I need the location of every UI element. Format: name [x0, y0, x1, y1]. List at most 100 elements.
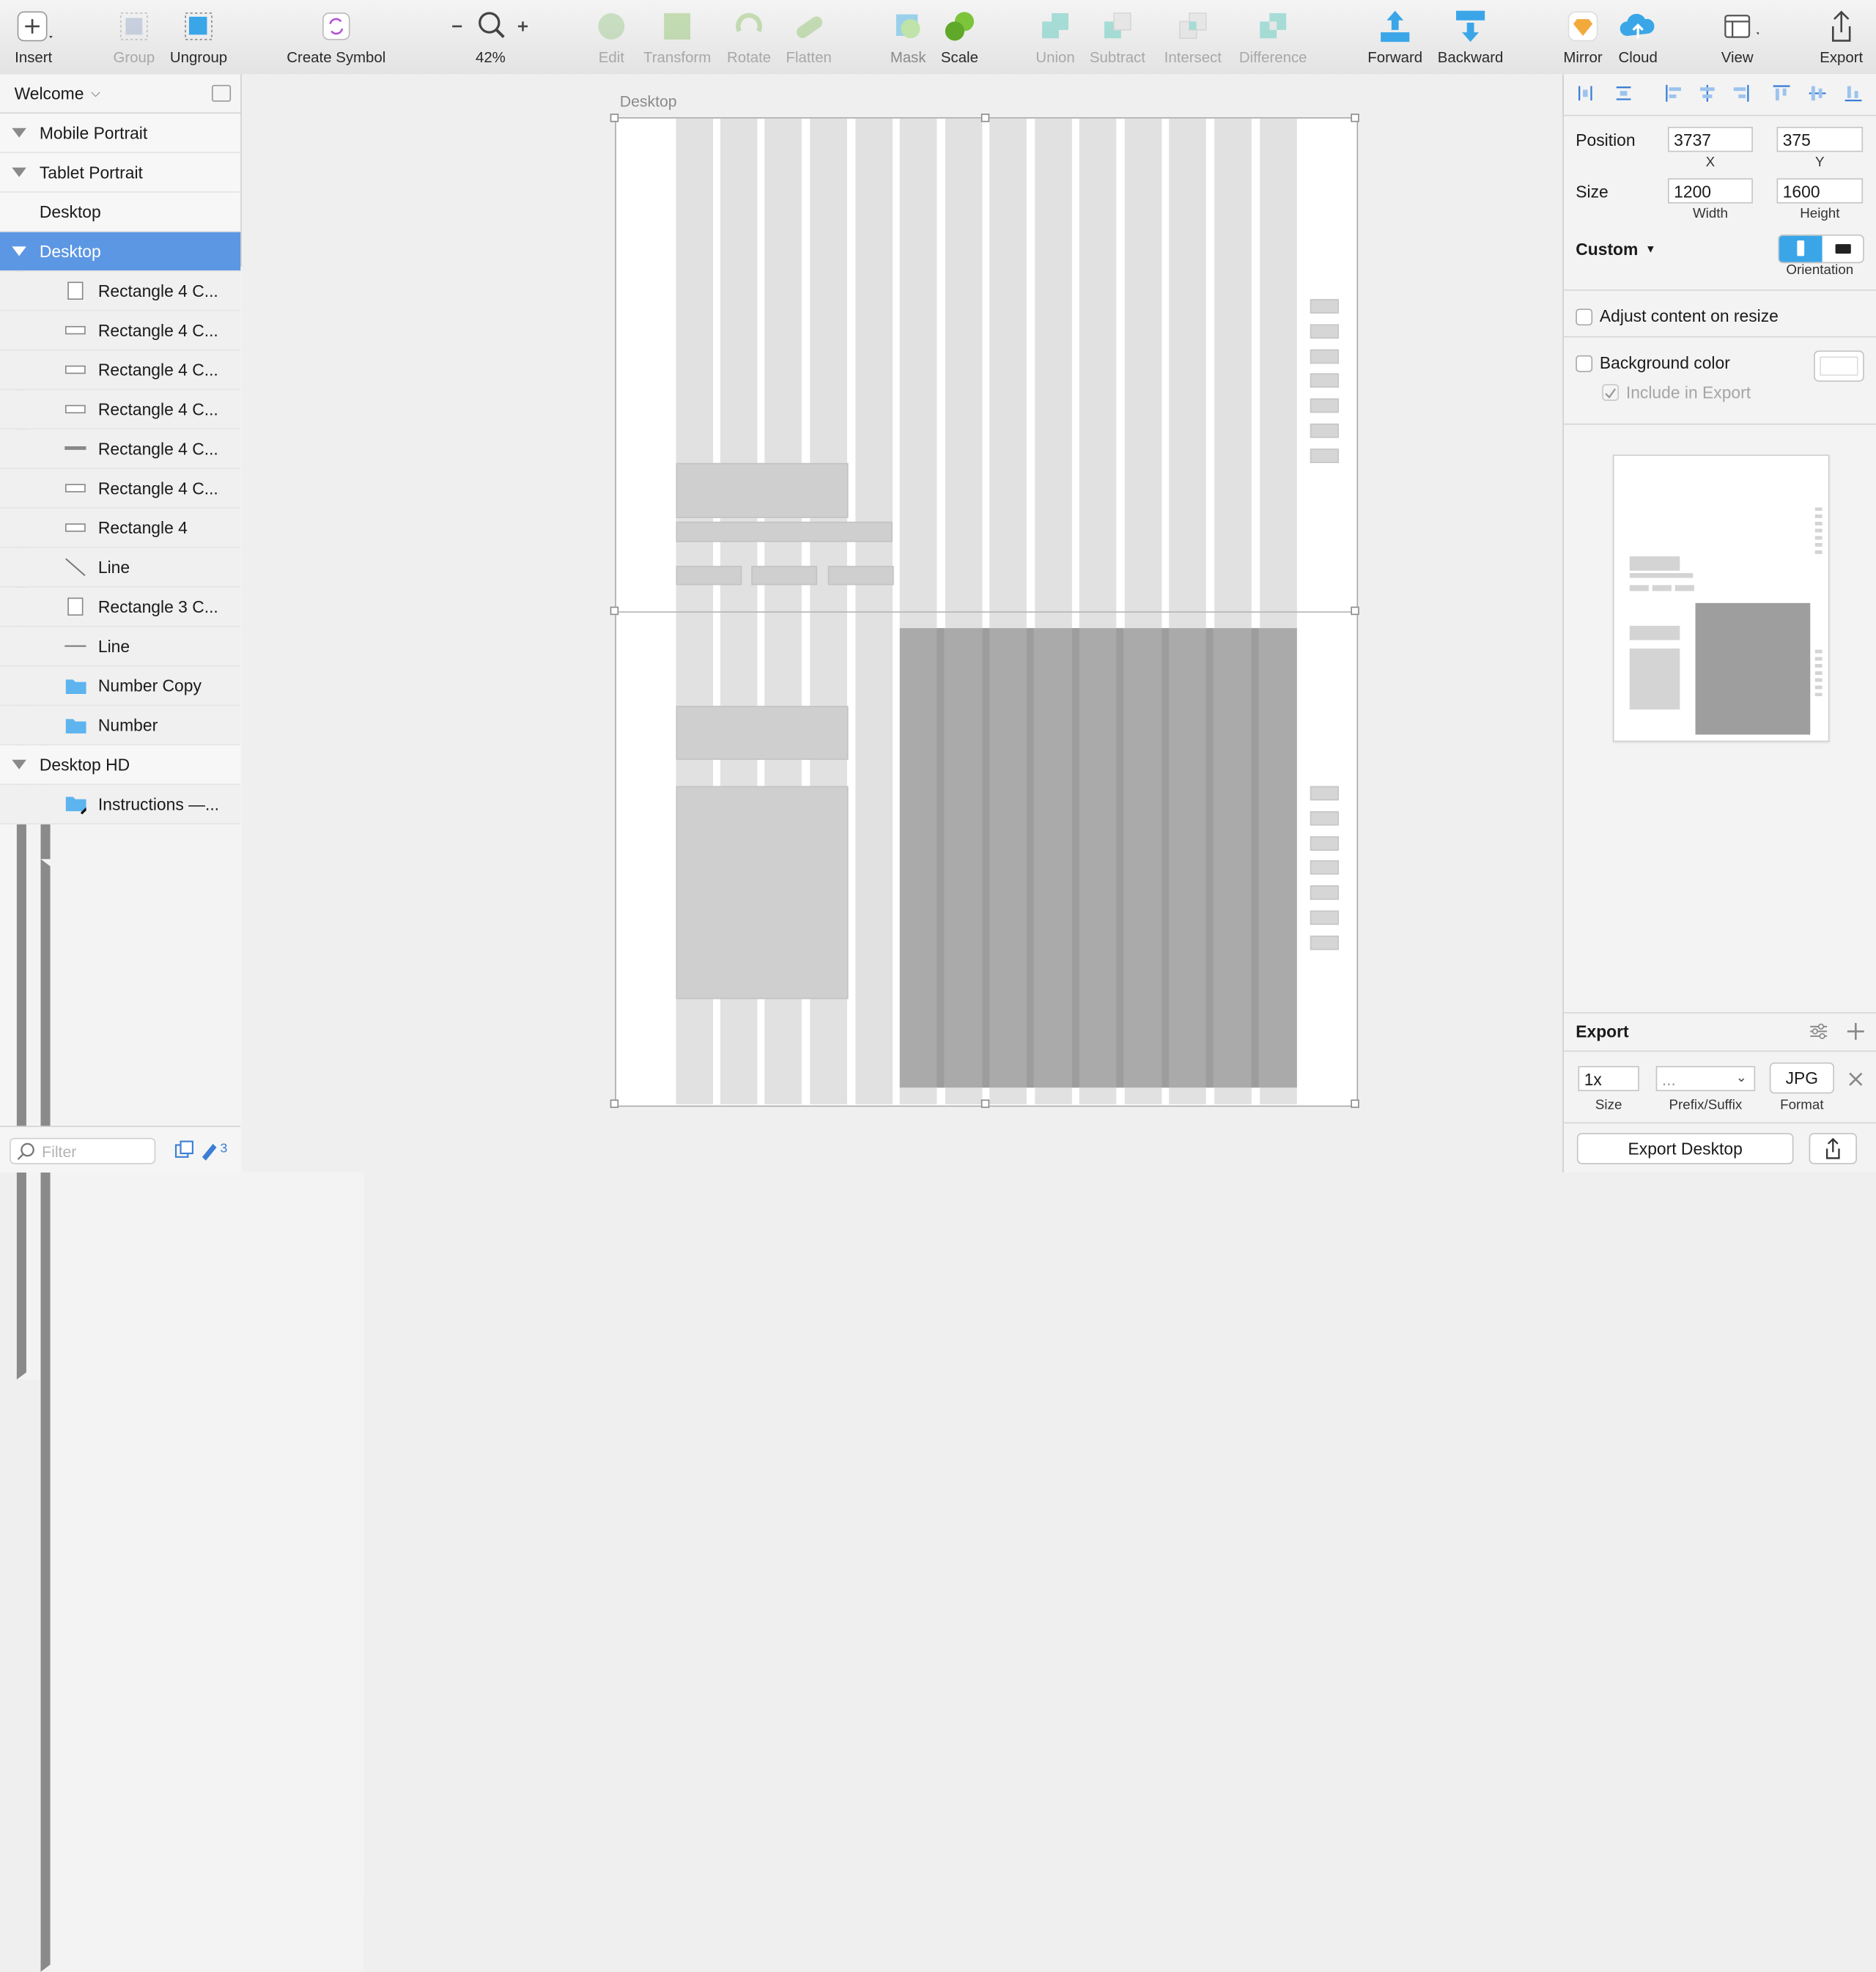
layer-artboard-mobile-portrait[interactable]: Mobile Portrait: [0, 114, 241, 153]
distribute-horizontal-icon[interactable]: [1576, 84, 1595, 103]
layer-item[interactable]: Rectangle 4 C...: [0, 271, 241, 311]
portrait-option[interactable]: [1779, 235, 1823, 262]
resize-handle[interactable]: [1351, 114, 1359, 122]
share-button[interactable]: [1809, 1133, 1857, 1164]
layer-artboard-tablet-portrait[interactable]: Tablet Portrait: [0, 152, 241, 193]
layer-group[interactable]: Number Copy: [0, 666, 364, 1854]
landscape-icon[interactable]: [1835, 244, 1851, 254]
content-block[interactable]: [676, 462, 849, 518]
hero-image-block[interactable]: [899, 628, 1297, 1088]
layer-item[interactable]: Line: [0, 627, 241, 667]
flatten-button[interactable]: Flatten: [783, 7, 835, 70]
export-size-field[interactable]: 1x: [1578, 1066, 1639, 1092]
group-button[interactable]: Group: [108, 7, 160, 70]
resize-handle[interactable]: [1351, 1099, 1359, 1108]
export-prefix-field[interactable]: ... ⌄: [1655, 1066, 1756, 1092]
canvas[interactable]: Desktop: [241, 74, 1563, 1173]
rotate-button[interactable]: Rotate: [723, 7, 775, 70]
export-settings-icon[interactable]: [1809, 1022, 1828, 1041]
page-selector[interactable]: Welcome ⌵: [0, 74, 241, 114]
artboard-title[interactable]: Desktop: [620, 92, 677, 110]
distribute-vertical-icon[interactable]: [1614, 84, 1633, 103]
content-chip[interactable]: [751, 566, 818, 586]
width-field[interactable]: 1200: [1667, 178, 1753, 204]
export-button[interactable]: Export: [1814, 7, 1869, 70]
resize-handle[interactable]: [610, 1099, 619, 1108]
resize-handle[interactable]: [981, 114, 990, 122]
disclosure-down-icon[interactable]: [12, 128, 26, 138]
layer-item[interactable]: Rectangle 3 C...: [0, 587, 241, 627]
include-in-export-checkbox[interactable]: [1602, 384, 1620, 401]
align-middle-vertical-icon[interactable]: [1808, 84, 1827, 103]
ungroup-button[interactable]: Ungroup: [168, 7, 230, 70]
cloud-button[interactable]: Cloud: [1613, 7, 1663, 70]
artboard-desktop[interactable]: [615, 117, 1359, 1107]
disclosure-down-icon[interactable]: [12, 167, 26, 177]
add-export-icon[interactable]: [1846, 1022, 1865, 1041]
content-bar[interactable]: [676, 521, 893, 542]
content-chip[interactable]: [827, 566, 894, 586]
layer-item[interactable]: Rectangle 4 C...: [0, 469, 241, 509]
preset-dropdown[interactable]: Custom ▼: [1576, 240, 1655, 259]
filter-input[interactable]: Filter: [10, 1137, 156, 1164]
layer-item[interactable]: Rectangle 4 C...: [0, 390, 241, 430]
subtract-button[interactable]: Subtract: [1084, 7, 1151, 70]
disclosure-down-icon[interactable]: [12, 759, 26, 769]
page-name: Welcome: [14, 84, 84, 103]
remove-export-icon[interactable]: [1847, 1071, 1864, 1087]
insert-button[interactable]: Insert: [7, 7, 60, 70]
edited-layers-icon[interactable]: [199, 1139, 220, 1167]
zoom-control[interactable]: 42%: [445, 7, 536, 70]
resize-handle[interactable]: [981, 1099, 990, 1108]
intersect-button[interactable]: Intersect: [1158, 7, 1227, 70]
layer-group[interactable]: Instructions —...: [0, 785, 364, 1972]
mirror-button[interactable]: Mirror: [1558, 7, 1609, 70]
layer-group[interactable]: Number: [0, 706, 364, 1893]
rectangle-bar-icon: [64, 439, 86, 458]
layer-item[interactable]: Rectangle 4: [0, 508, 241, 548]
background-color-swatch[interactable]: [1814, 350, 1864, 382]
export-format-button[interactable]: JPG: [1769, 1062, 1834, 1094]
align-top-icon[interactable]: [1772, 84, 1791, 103]
resize-handle[interactable]: [1351, 606, 1359, 616]
height-field[interactable]: 1600: [1776, 178, 1864, 204]
create-symbol-button[interactable]: Create Symbol: [281, 7, 391, 70]
edit-button[interactable]: Edit: [588, 7, 634, 70]
adjust-content-checkbox[interactable]: [1576, 309, 1593, 326]
mask-button[interactable]: Mask: [885, 7, 931, 70]
collapse-pages-icon[interactable]: [211, 84, 232, 102]
resize-handle[interactable]: [610, 114, 619, 122]
content-image-block[interactable]: [676, 786, 849, 1000]
layer-artboard-desktop-collapsed[interactable]: Desktop: [0, 192, 340, 1380]
layer-artboard-desktop-selected[interactable]: Desktop: [0, 232, 241, 272]
layer-label: Mobile Portrait: [39, 123, 148, 143]
view-button[interactable]: View: [1711, 7, 1764, 70]
layer-item[interactable]: Rectangle 4 C...: [0, 311, 241, 351]
align-bottom-icon[interactable]: [1844, 84, 1863, 103]
align-left-icon[interactable]: [1664, 84, 1683, 103]
position-y-field[interactable]: 375: [1776, 127, 1864, 152]
resize-handle[interactable]: [610, 606, 619, 616]
background-color-checkbox[interactable]: [1576, 355, 1593, 372]
align-center-horizontal-icon[interactable]: [1698, 84, 1717, 103]
orientation-toggle[interactable]: [1778, 235, 1864, 264]
position-x-field[interactable]: 3737: [1667, 127, 1753, 152]
difference-button[interactable]: Difference: [1233, 7, 1314, 70]
transform-button[interactable]: Transform: [639, 7, 715, 70]
backward-button[interactable]: Backward: [1433, 7, 1507, 70]
backward-label: Backward: [1437, 48, 1504, 66]
align-right-icon[interactable]: [1732, 84, 1751, 103]
forward-button[interactable]: Forward: [1364, 7, 1426, 70]
layer-item[interactable]: Rectangle 4 C...: [0, 429, 241, 470]
layer-item[interactable]: Rectangle 4 C...: [0, 350, 241, 391]
export-desktop-button[interactable]: Export Desktop: [1576, 1133, 1794, 1164]
layer-item[interactable]: Line: [0, 547, 241, 588]
content-block[interactable]: [676, 706, 849, 760]
disclosure-down-icon[interactable]: [12, 246, 26, 256]
content-chip[interactable]: [676, 566, 742, 586]
copy-layers-icon[interactable]: [174, 1140, 193, 1165]
union-button[interactable]: Union: [1031, 7, 1079, 70]
page-marker: [1310, 324, 1339, 339]
layer-artboard-desktop-hd[interactable]: Desktop HD: [0, 745, 241, 786]
scale-button[interactable]: Scale: [936, 7, 983, 70]
